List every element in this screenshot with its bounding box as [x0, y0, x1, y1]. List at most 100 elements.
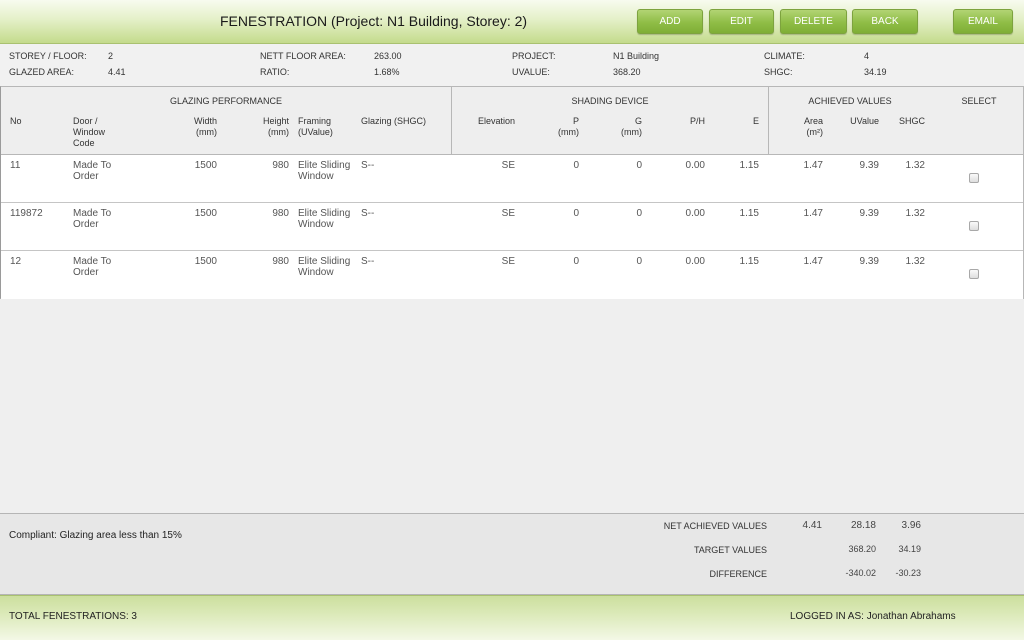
difference-uvalue: -340.02 — [845, 568, 876, 578]
footer-bar: TOTAL FENESTRATIONS: 3 LOGGED IN AS: Jon… — [0, 595, 1024, 640]
cell-code: Made To — [73, 160, 112, 171]
col-framing-1: Framing — [298, 116, 332, 126]
column-divider — [768, 87, 769, 155]
cell-p: 0 — [573, 256, 579, 267]
col-e: E — [752, 116, 759, 126]
select-checkbox[interactable] — [969, 173, 979, 183]
shgc-label: SHGC: — [764, 67, 793, 77]
cell-e: 1.15 — [739, 208, 759, 219]
col-height-1: Height — [262, 116, 289, 126]
cell-shgc: 1.32 — [905, 208, 925, 219]
uvalue-label: UVALUE: — [512, 67, 550, 77]
cell-uvalue: 9.39 — [859, 256, 879, 267]
table-row[interactable]: 119872 Made To Order 1500 980 Elite Slid… — [1, 203, 1023, 251]
add-button[interactable]: ADD — [637, 9, 703, 34]
col-no: No — [10, 116, 22, 126]
cell-code: Order — [73, 267, 99, 278]
project-info: STOREY / FLOOR: 2 GLAZED AREA: 4.41 NETT… — [0, 44, 1024, 86]
cell-framing: Window — [298, 171, 334, 182]
storey-value: 2 — [108, 51, 114, 61]
column-divider — [451, 87, 452, 155]
project-value: N1 Building — [613, 51, 660, 61]
table-row[interactable]: 12 Made To Order 1500 980 Elite Sliding … — [1, 251, 1023, 299]
net-achieved-shgc: 3.96 — [901, 520, 921, 531]
cell-uvalue: 9.39 — [859, 208, 879, 219]
project-label: PROJECT: — [512, 51, 556, 61]
select-checkbox[interactable] — [969, 221, 979, 231]
cell-no: 12 — [10, 256, 22, 267]
cell-shgc: 1.32 — [905, 160, 925, 171]
cell-glazing: S-- — [361, 208, 375, 219]
col-ph: P/H — [689, 116, 705, 126]
cell-framing: Elite Sliding — [298, 160, 351, 171]
col-area-1: Area — [803, 116, 823, 126]
cell-code: Order — [73, 219, 99, 230]
col-area-2: (m²) — [806, 127, 824, 137]
cell-height: 980 — [272, 208, 289, 219]
cell-code: Made To — [73, 208, 112, 219]
target-shgc: 34.19 — [898, 544, 921, 554]
ratio-value: 1.68% — [374, 67, 400, 77]
cell-area: 1.47 — [803, 256, 823, 267]
cell-e: 1.15 — [739, 256, 759, 267]
cell-width: 1500 — [194, 160, 217, 171]
col-g-2: (mm) — [621, 127, 642, 137]
col-height-2: (mm) — [268, 127, 289, 137]
cell-elevation: SE — [501, 208, 515, 219]
email-button[interactable]: EMAIL — [953, 9, 1013, 34]
climate-value: 4 — [864, 51, 870, 61]
total-fenestrations: TOTAL FENESTRATIONS: 3 — [9, 611, 137, 622]
col-g-1: G — [634, 116, 642, 126]
nett-floor-area-label: NETT FLOOR AREA: — [260, 51, 346, 61]
back-button[interactable]: BACK — [852, 9, 918, 34]
col-elevation: Elevation — [477, 116, 515, 126]
cell-area: 1.47 — [803, 160, 823, 171]
page-title: FENESTRATION (Project: N1 Building, Stor… — [220, 13, 528, 29]
cell-width: 1500 — [194, 256, 217, 267]
col-door-2: Window — [73, 127, 106, 137]
col-uvalue: UValue — [850, 116, 879, 126]
uvalue-value: 368.20 — [613, 67, 641, 77]
table-row[interactable]: 11 Made To Order 1500 980 Elite Sliding … — [1, 155, 1023, 203]
cell-glazing: S-- — [361, 160, 375, 171]
header-bar: FENESTRATION (Project: N1 Building, Stor… — [0, 0, 1024, 44]
group-shading-device: SHADING DEVICE — [571, 96, 649, 106]
cell-ph: 0.00 — [685, 160, 705, 171]
cell-height: 980 — [272, 256, 289, 267]
select-checkbox[interactable] — [969, 269, 979, 279]
net-achieved-area: 4.41 — [802, 520, 822, 531]
group-select: SELECT — [961, 96, 997, 106]
cell-p: 0 — [573, 160, 579, 171]
delete-button[interactable]: DELETE — [780, 9, 847, 34]
cell-area: 1.47 — [803, 208, 823, 219]
cell-framing: Window — [298, 219, 334, 230]
col-width-1: Width — [193, 116, 217, 126]
logged-in-user: LOGGED IN AS: Jonathan Abrahams — [790, 611, 956, 622]
net-achieved-uvalue: 28.18 — [850, 520, 876, 531]
difference-shgc: -30.23 — [895, 568, 921, 578]
fenestration-table: GLAZING PERFORMANCE SHADING DEVICE ACHIE… — [0, 86, 1024, 299]
difference-label: DIFFERENCE — [709, 569, 767, 579]
cell-height: 980 — [272, 160, 289, 171]
cell-g: 0 — [636, 160, 642, 171]
cell-shgc: 1.32 — [905, 256, 925, 267]
summary-panel: Compliant: Glazing area less than 15% NE… — [0, 513, 1024, 595]
glazed-area-value: 4.41 — [108, 67, 126, 77]
storey-label: STOREY / FLOOR: — [9, 51, 87, 61]
cell-g: 0 — [636, 208, 642, 219]
cell-code: Made To — [73, 256, 112, 267]
cell-framing: Elite Sliding — [298, 208, 351, 219]
cell-glazing: S-- — [361, 256, 375, 267]
col-width-2: (mm) — [196, 127, 217, 137]
group-glazing-performance: GLAZING PERFORMANCE — [169, 96, 282, 106]
cell-framing: Window — [298, 267, 334, 278]
glazed-area-label: GLAZED AREA: — [9, 67, 75, 77]
edit-button[interactable]: EDIT — [709, 9, 774, 34]
cell-e: 1.15 — [739, 160, 759, 171]
cell-uvalue: 9.39 — [859, 160, 879, 171]
group-achieved-values: ACHIEVED VALUES — [808, 96, 892, 106]
cell-no: 11 — [10, 160, 21, 171]
col-door-1: Door / — [73, 116, 98, 126]
cell-code: Order — [73, 171, 99, 182]
col-framing-2: (UValue) — [298, 127, 333, 137]
